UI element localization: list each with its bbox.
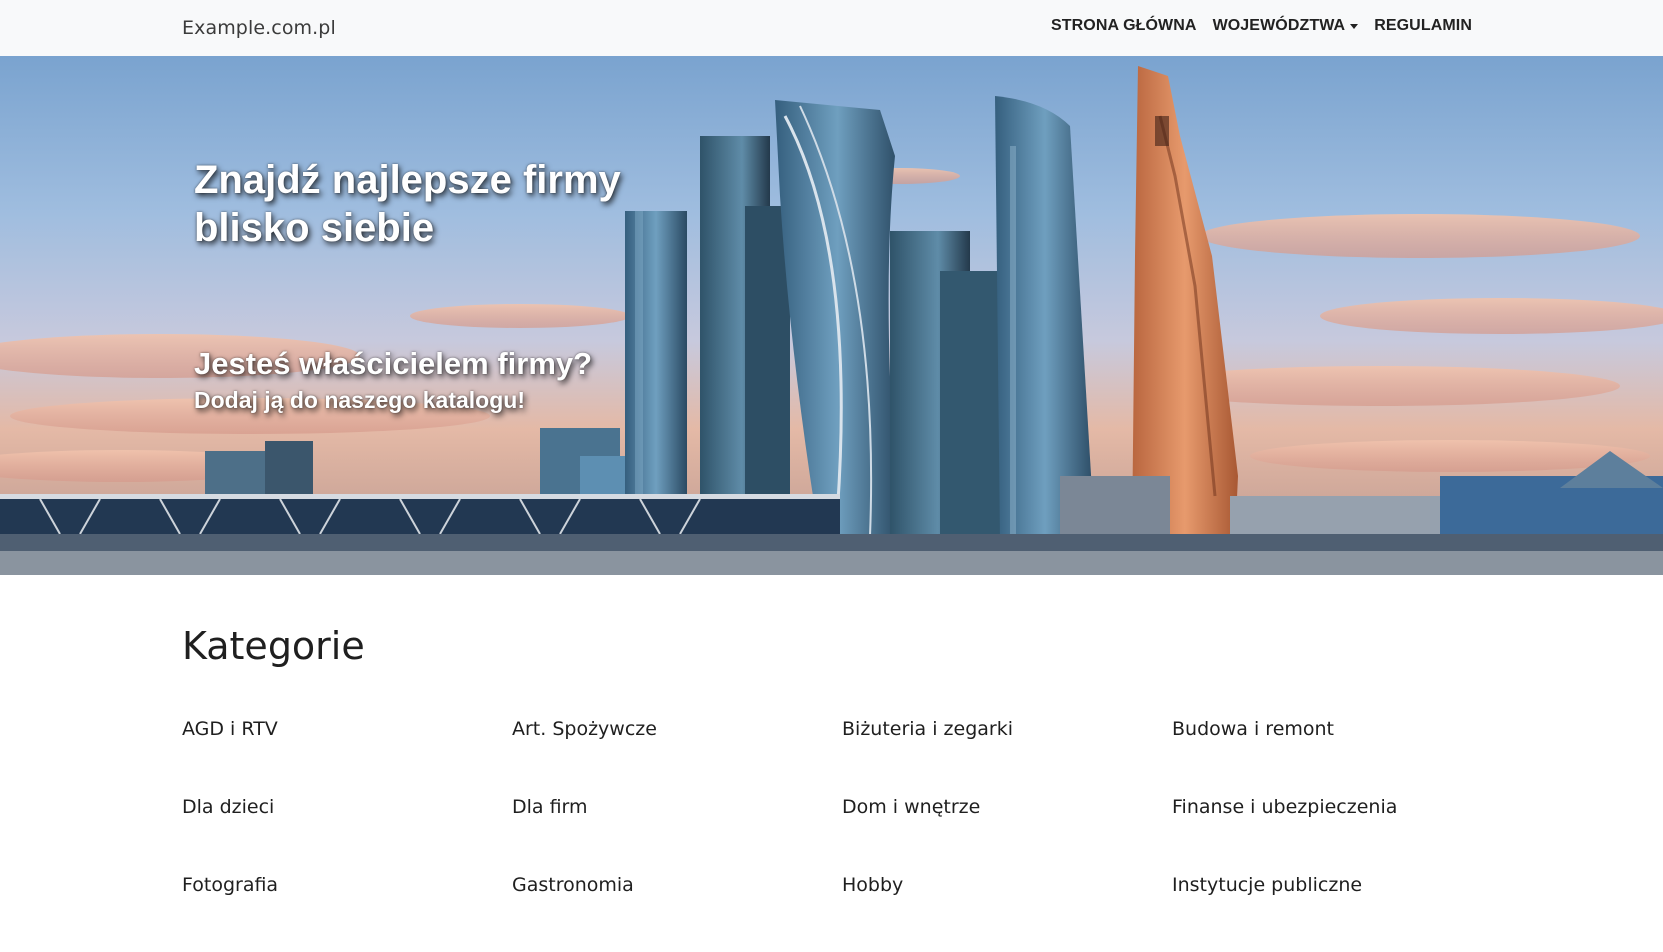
- owner-question: Jesteś właścicielem firmy?: [194, 346, 593, 381]
- category-link[interactable]: Dom i wnętrze: [842, 796, 1172, 874]
- category-link[interactable]: Gastronomia: [512, 874, 842, 952]
- categories-title: Kategorie: [182, 624, 365, 668]
- hero-banner: Znajdź najlepsze firmy blisko siebie Jes…: [0, 56, 1663, 575]
- categories-grid: AGD i RTV Art. Spożywcze Biżuteria i zeg…: [182, 718, 1482, 952]
- nav-regions-dropdown[interactable]: WOJEWÓDZTWA: [1213, 17, 1359, 35]
- category-link[interactable]: Finanse i ubezpieczenia: [1172, 796, 1502, 874]
- navbar: Example.com.pl STRONA GŁÓWNA WOJEWÓDZTWA…: [0, 0, 1663, 57]
- city-skyline-image: [0, 66, 1663, 575]
- nav-regions-label: WOJEWÓDZTWA: [1212, 17, 1346, 34]
- caret-down-icon: [1350, 23, 1359, 29]
- category-link[interactable]: Biżuteria i zegarki: [842, 718, 1172, 796]
- nav-terms-link[interactable]: REGULAMIN: [1374, 17, 1472, 35]
- hero-title-line1: Znajdź najlepsze firmy: [194, 158, 621, 202]
- brand-link[interactable]: Example.com.pl: [182, 17, 336, 39]
- category-link[interactable]: Dla dzieci: [182, 796, 512, 874]
- category-link[interactable]: AGD i RTV: [182, 718, 512, 796]
- category-link[interactable]: Dla firm: [512, 796, 842, 874]
- add-business-link[interactable]: Dodaj ją do naszego katalogu!: [194, 386, 525, 414]
- category-link[interactable]: Instytucje publiczne: [1172, 874, 1502, 952]
- category-link[interactable]: Art. Spożywcze: [512, 718, 842, 796]
- category-link[interactable]: Hobby: [842, 874, 1172, 952]
- category-link[interactable]: Budowa i remont: [1172, 718, 1502, 796]
- nav-home-link[interactable]: STRONA GŁÓWNA: [1051, 17, 1197, 35]
- main-nav: STRONA GŁÓWNA WOJEWÓDZTWA REGULAMIN: [1051, 17, 1472, 35]
- category-link[interactable]: Fotografia: [182, 874, 512, 952]
- hero-title-line2: blisko siebie: [194, 206, 435, 250]
- hero-title: Znajdź najlepsze firmy blisko siebie: [194, 156, 654, 252]
